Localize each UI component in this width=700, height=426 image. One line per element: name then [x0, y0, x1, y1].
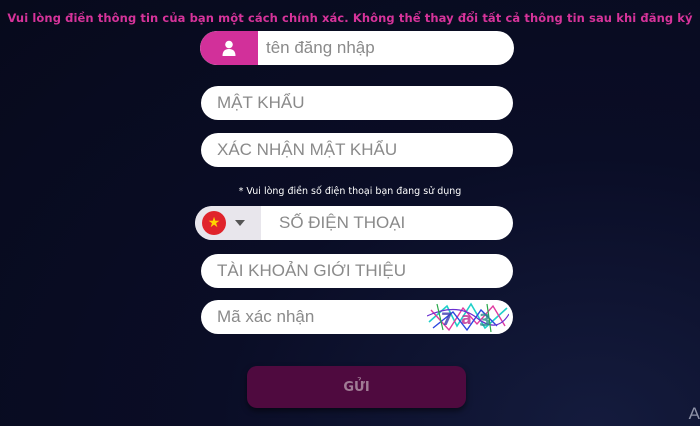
phone-input[interactable]	[261, 206, 513, 240]
confirm-password-field	[201, 133, 513, 167]
captcha-input[interactable]	[201, 300, 427, 334]
username-input[interactable]	[258, 31, 514, 65]
submit-button[interactable]: GỬI	[247, 366, 466, 408]
user-icon	[200, 31, 258, 65]
confirm-password-input[interactable]	[201, 133, 513, 167]
corner-text: A	[688, 404, 700, 423]
phone-field: ★	[195, 206, 513, 240]
captcha-field: 7 a 3	[201, 300, 513, 334]
svg-text:3: 3	[479, 311, 491, 331]
referral-input[interactable]	[201, 254, 513, 288]
vietnam-flag-icon: ★	[202, 211, 226, 235]
svg-text:7: 7	[441, 310, 453, 330]
password-input[interactable]	[201, 86, 513, 120]
referral-field	[201, 254, 513, 288]
password-field	[201, 86, 513, 120]
username-field	[200, 31, 514, 65]
caret-down-icon	[235, 220, 245, 226]
captcha-image[interactable]: 7 a 3	[427, 300, 509, 334]
registration-notice: Vui lòng điền thông tin của bạn một cách…	[7, 11, 693, 25]
phone-hint: * Vui lòng điền số điện thoại bạn đang s…	[238, 186, 462, 197]
country-code-dropdown[interactable]: ★	[195, 206, 261, 240]
svg-text:a: a	[461, 309, 472, 328]
